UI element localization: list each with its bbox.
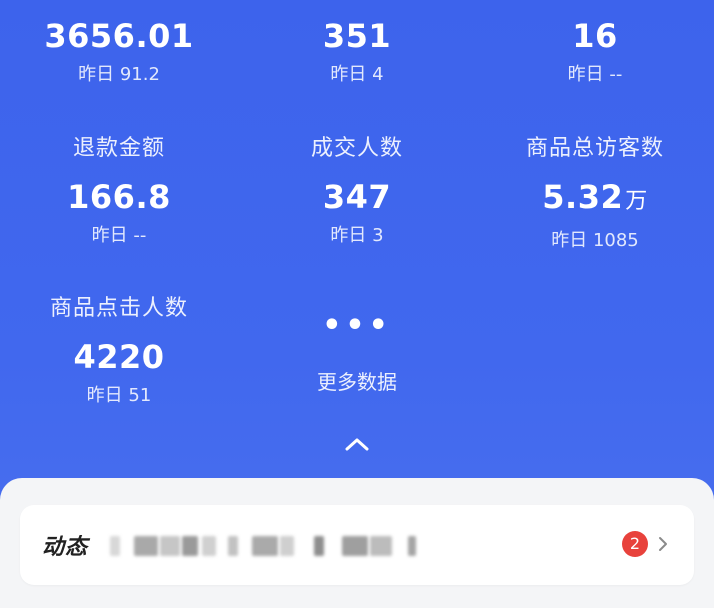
metric-product-visitors[interactable]: 商品总访客数 5.32万 昨日 1085 [476,136,714,253]
metric-refund-amount[interactable]: 退款金额 166.8 昨日 -- [0,136,238,248]
more-data-link[interactable]: 更多数据 [238,366,476,395]
ellipsis-icon[interactable]: ••• [238,311,476,341]
metric-label: 商品总访客数 [525,136,664,161]
metric-yesterday: 昨日 1085 [551,230,639,251]
unread-count-badge: 2 [622,531,648,557]
chevron-right-icon[interactable] [656,534,670,554]
metric-unit: 万 [625,189,648,214]
metric-orders[interactable]: 351 昨日 4 [238,17,476,87]
metric-label: 退款金额 [72,136,165,161]
metric-third[interactable]: 16 昨日 -- [476,17,714,87]
metric-yesterday: 昨日 3 [330,225,384,246]
metric-yesterday: 昨日 -- [91,225,147,246]
metric-product-clicks[interactable]: 商品点击人数 4220 昨日 51 [0,296,238,408]
chevron-up-icon[interactable] [341,432,373,456]
metric-value: 347 [322,178,392,216]
metric-yesterday: 昨日 -- [567,64,623,85]
metric-value: 4220 [73,338,165,376]
metric-value: 351 [322,17,392,55]
blurred-feed-message [110,532,430,558]
metric-label: 商品点击人数 [49,296,188,321]
metric-value: 3656.01 [44,17,194,55]
metric-yesterday: 昨日 91.2 [78,64,160,85]
metric-yesterday: 昨日 51 [86,385,152,406]
metric-sales-amount[interactable]: 3656.01 昨日 91.2 [0,17,238,87]
metric-value: 166.8 [67,178,171,216]
metric-buyers[interactable]: 成交人数 347 昨日 3 [238,136,476,248]
feed-title: 动态 [42,535,89,560]
metric-yesterday: 昨日 4 [330,64,384,85]
metric-value: 16 [572,17,618,55]
metric-label: 成交人数 [310,136,403,161]
metric-value: 5.32万 [542,178,648,216]
